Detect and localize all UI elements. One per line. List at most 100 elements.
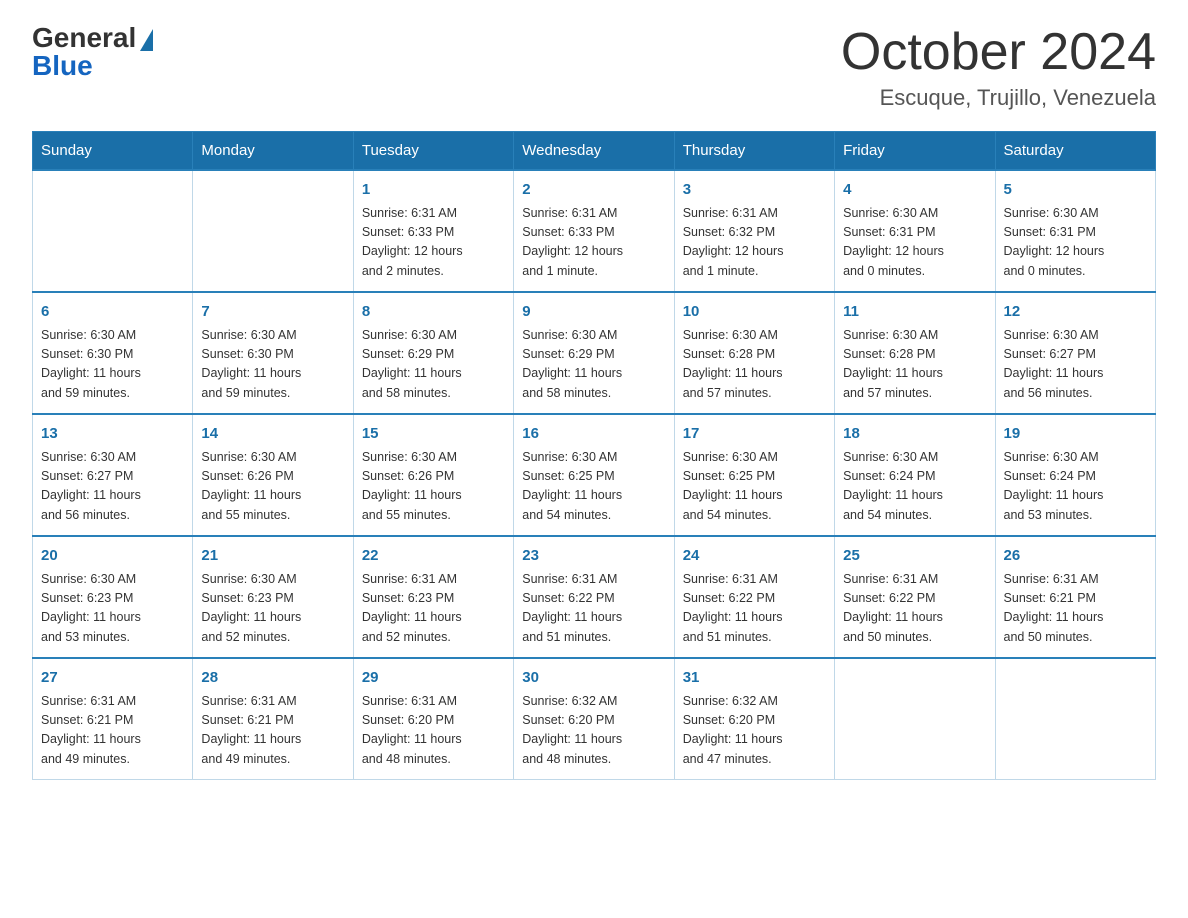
calendar-cell: 24Sunrise: 6:31 AM Sunset: 6:22 PM Dayli… — [674, 536, 834, 658]
day-info: Sunrise: 6:30 AM Sunset: 6:25 PM Dayligh… — [683, 448, 826, 526]
calendar-cell — [835, 658, 995, 780]
day-info: Sunrise: 6:31 AM Sunset: 6:22 PM Dayligh… — [843, 570, 986, 648]
day-info: Sunrise: 6:30 AM Sunset: 6:31 PM Dayligh… — [1004, 204, 1147, 282]
day-info: Sunrise: 6:31 AM Sunset: 6:21 PM Dayligh… — [41, 692, 184, 770]
day-number: 23 — [522, 545, 665, 568]
day-number: 5 — [1004, 179, 1147, 202]
calendar-cell: 3Sunrise: 6:31 AM Sunset: 6:32 PM Daylig… — [674, 170, 834, 292]
calendar-cell: 29Sunrise: 6:31 AM Sunset: 6:20 PM Dayli… — [353, 658, 513, 780]
header-saturday: Saturday — [995, 132, 1155, 171]
calendar-cell: 4Sunrise: 6:30 AM Sunset: 6:31 PM Daylig… — [835, 170, 995, 292]
header-monday: Monday — [193, 132, 353, 171]
day-number: 9 — [522, 301, 665, 324]
calendar-cell: 23Sunrise: 6:31 AM Sunset: 6:22 PM Dayli… — [514, 536, 674, 658]
day-info: Sunrise: 6:32 AM Sunset: 6:20 PM Dayligh… — [683, 692, 826, 770]
calendar-cell: 31Sunrise: 6:32 AM Sunset: 6:20 PM Dayli… — [674, 658, 834, 780]
calendar-cell — [33, 170, 193, 292]
day-number: 6 — [41, 301, 184, 324]
calendar-header: SundayMondayTuesdayWednesdayThursdayFrid… — [33, 132, 1156, 171]
day-info: Sunrise: 6:30 AM Sunset: 6:29 PM Dayligh… — [522, 326, 665, 404]
logo: General Blue — [32, 24, 153, 80]
day-number: 4 — [843, 179, 986, 202]
day-number: 16 — [522, 423, 665, 446]
page-header: General Blue October 2024 Escuque, Truji… — [32, 24, 1156, 111]
day-number: 3 — [683, 179, 826, 202]
day-info: Sunrise: 6:31 AM Sunset: 6:22 PM Dayligh… — [683, 570, 826, 648]
month-title: October 2024 — [841, 24, 1156, 81]
calendar-cell: 10Sunrise: 6:30 AM Sunset: 6:28 PM Dayli… — [674, 292, 834, 414]
calendar-cell: 21Sunrise: 6:30 AM Sunset: 6:23 PM Dayli… — [193, 536, 353, 658]
calendar-cell: 25Sunrise: 6:31 AM Sunset: 6:22 PM Dayli… — [835, 536, 995, 658]
calendar-cell — [193, 170, 353, 292]
day-info: Sunrise: 6:30 AM Sunset: 6:26 PM Dayligh… — [201, 448, 344, 526]
header-friday: Friday — [835, 132, 995, 171]
day-number: 2 — [522, 179, 665, 202]
calendar-cell: 1Sunrise: 6:31 AM Sunset: 6:33 PM Daylig… — [353, 170, 513, 292]
day-number: 18 — [843, 423, 986, 446]
day-number: 26 — [1004, 545, 1147, 568]
calendar-cell: 28Sunrise: 6:31 AM Sunset: 6:21 PM Dayli… — [193, 658, 353, 780]
calendar-cell: 26Sunrise: 6:31 AM Sunset: 6:21 PM Dayli… — [995, 536, 1155, 658]
calendar-cell: 22Sunrise: 6:31 AM Sunset: 6:23 PM Dayli… — [353, 536, 513, 658]
day-number: 31 — [683, 667, 826, 690]
day-number: 8 — [362, 301, 505, 324]
day-info: Sunrise: 6:30 AM Sunset: 6:23 PM Dayligh… — [41, 570, 184, 648]
header-thursday: Thursday — [674, 132, 834, 171]
day-number: 7 — [201, 301, 344, 324]
calendar-cell: 17Sunrise: 6:30 AM Sunset: 6:25 PM Dayli… — [674, 414, 834, 536]
day-number: 25 — [843, 545, 986, 568]
logo-general-text: General — [32, 24, 136, 52]
day-info: Sunrise: 6:32 AM Sunset: 6:20 PM Dayligh… — [522, 692, 665, 770]
day-info: Sunrise: 6:30 AM Sunset: 6:28 PM Dayligh… — [683, 326, 826, 404]
day-info: Sunrise: 6:30 AM Sunset: 6:30 PM Dayligh… — [41, 326, 184, 404]
calendar-cell: 8Sunrise: 6:30 AM Sunset: 6:29 PM Daylig… — [353, 292, 513, 414]
calendar-cell: 30Sunrise: 6:32 AM Sunset: 6:20 PM Dayli… — [514, 658, 674, 780]
calendar-body: 1Sunrise: 6:31 AM Sunset: 6:33 PM Daylig… — [33, 170, 1156, 780]
calendar-cell: 11Sunrise: 6:30 AM Sunset: 6:28 PM Dayli… — [835, 292, 995, 414]
calendar-cell: 6Sunrise: 6:30 AM Sunset: 6:30 PM Daylig… — [33, 292, 193, 414]
header-sunday: Sunday — [33, 132, 193, 171]
calendar-cell: 7Sunrise: 6:30 AM Sunset: 6:30 PM Daylig… — [193, 292, 353, 414]
day-info: Sunrise: 6:30 AM Sunset: 6:25 PM Dayligh… — [522, 448, 665, 526]
day-info: Sunrise: 6:30 AM Sunset: 6:24 PM Dayligh… — [1004, 448, 1147, 526]
calendar-cell: 14Sunrise: 6:30 AM Sunset: 6:26 PM Dayli… — [193, 414, 353, 536]
calendar-cell: 27Sunrise: 6:31 AM Sunset: 6:21 PM Dayli… — [33, 658, 193, 780]
day-info: Sunrise: 6:31 AM Sunset: 6:33 PM Dayligh… — [362, 204, 505, 282]
day-number: 10 — [683, 301, 826, 324]
day-number: 28 — [201, 667, 344, 690]
day-info: Sunrise: 6:30 AM Sunset: 6:31 PM Dayligh… — [843, 204, 986, 282]
day-info: Sunrise: 6:30 AM Sunset: 6:27 PM Dayligh… — [41, 448, 184, 526]
day-info: Sunrise: 6:31 AM Sunset: 6:21 PM Dayligh… — [201, 692, 344, 770]
calendar-cell: 12Sunrise: 6:30 AM Sunset: 6:27 PM Dayli… — [995, 292, 1155, 414]
week-row-3: 13Sunrise: 6:30 AM Sunset: 6:27 PM Dayli… — [33, 414, 1156, 536]
week-row-5: 27Sunrise: 6:31 AM Sunset: 6:21 PM Dayli… — [33, 658, 1156, 780]
day-info: Sunrise: 6:31 AM Sunset: 6:32 PM Dayligh… — [683, 204, 826, 282]
calendar-cell: 13Sunrise: 6:30 AM Sunset: 6:27 PM Dayli… — [33, 414, 193, 536]
day-info: Sunrise: 6:31 AM Sunset: 6:20 PM Dayligh… — [362, 692, 505, 770]
calendar-cell: 9Sunrise: 6:30 AM Sunset: 6:29 PM Daylig… — [514, 292, 674, 414]
logo-blue-text: Blue — [32, 52, 93, 80]
day-number: 17 — [683, 423, 826, 446]
day-info: Sunrise: 6:30 AM Sunset: 6:28 PM Dayligh… — [843, 326, 986, 404]
day-number: 21 — [201, 545, 344, 568]
location-title: Escuque, Trujillo, Venezuela — [841, 85, 1156, 111]
day-number: 14 — [201, 423, 344, 446]
day-number: 27 — [41, 667, 184, 690]
week-row-1: 1Sunrise: 6:31 AM Sunset: 6:33 PM Daylig… — [33, 170, 1156, 292]
day-info: Sunrise: 6:30 AM Sunset: 6:27 PM Dayligh… — [1004, 326, 1147, 404]
day-number: 1 — [362, 179, 505, 202]
title-area: October 2024 Escuque, Trujillo, Venezuel… — [841, 24, 1156, 111]
day-info: Sunrise: 6:30 AM Sunset: 6:30 PM Dayligh… — [201, 326, 344, 404]
day-number: 12 — [1004, 301, 1147, 324]
calendar-cell: 5Sunrise: 6:30 AM Sunset: 6:31 PM Daylig… — [995, 170, 1155, 292]
calendar-table: SundayMondayTuesdayWednesdayThursdayFrid… — [32, 131, 1156, 780]
week-row-4: 20Sunrise: 6:30 AM Sunset: 6:23 PM Dayli… — [33, 536, 1156, 658]
calendar-cell — [995, 658, 1155, 780]
logo-triangle-icon — [140, 29, 153, 51]
day-info: Sunrise: 6:30 AM Sunset: 6:26 PM Dayligh… — [362, 448, 505, 526]
day-number: 24 — [683, 545, 826, 568]
day-info: Sunrise: 6:30 AM Sunset: 6:29 PM Dayligh… — [362, 326, 505, 404]
day-number: 30 — [522, 667, 665, 690]
day-info: Sunrise: 6:31 AM Sunset: 6:22 PM Dayligh… — [522, 570, 665, 648]
calendar-cell: 15Sunrise: 6:30 AM Sunset: 6:26 PM Dayli… — [353, 414, 513, 536]
